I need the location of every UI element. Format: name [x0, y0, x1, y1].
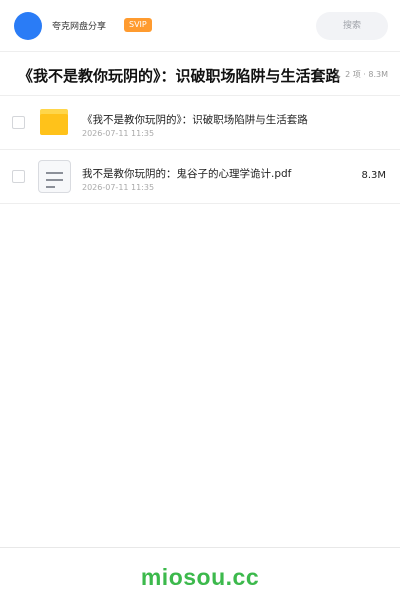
brand-name: 夸克网盘分享	[52, 22, 107, 32]
footer-brand[interactable]: miosou.cc	[0, 564, 400, 591]
avatar[interactable]	[14, 12, 42, 40]
search-input[interactable]	[316, 12, 388, 40]
list-item[interactable]: 我不是教你玩阴的：鬼谷子的心理学诡计.pdf 2026-07-11 11:35 …	[0, 150, 400, 204]
top-header: 夸克网盘分享 SVIP	[0, 0, 400, 52]
item-name[interactable]: 《我不是教你玩阴的》：识破职场陷阱与生活套路	[82, 112, 308, 127]
folder-icon	[40, 109, 68, 135]
folder-meta: 2 项 · 8.3M	[335, 69, 388, 80]
item-date: 2026-07-11 11:35	[82, 129, 155, 138]
svip-badge[interactable]: SVIP	[124, 18, 152, 32]
footer: miosou.cc	[0, 547, 400, 600]
page-title: 《我不是教你玩阴的》：识破职场陷阱与生活套路	[18, 67, 341, 85]
list-item[interactable]: 《我不是教你玩阴的》：识破职场陷阱与生活套路 2026-07-11 11:35	[0, 96, 400, 150]
item-date: 2026-07-11 11:35	[82, 183, 155, 192]
item-name[interactable]: 我不是教你玩阴的：鬼谷子的心理学诡计.pdf	[82, 166, 291, 181]
folder-title-bar: 《我不是教你玩阴的》：识破职场陷阱与生活套路 2 项 · 8.3M	[0, 52, 400, 96]
item-size: 8.3M	[361, 170, 386, 181]
item-checkbox[interactable]	[12, 116, 25, 129]
document-icon	[38, 160, 71, 193]
file-list: 《我不是教你玩阴的》：识破职场陷阱与生活套路 2026-07-11 11:35 …	[0, 96, 400, 204]
item-checkbox[interactable]	[12, 170, 25, 183]
